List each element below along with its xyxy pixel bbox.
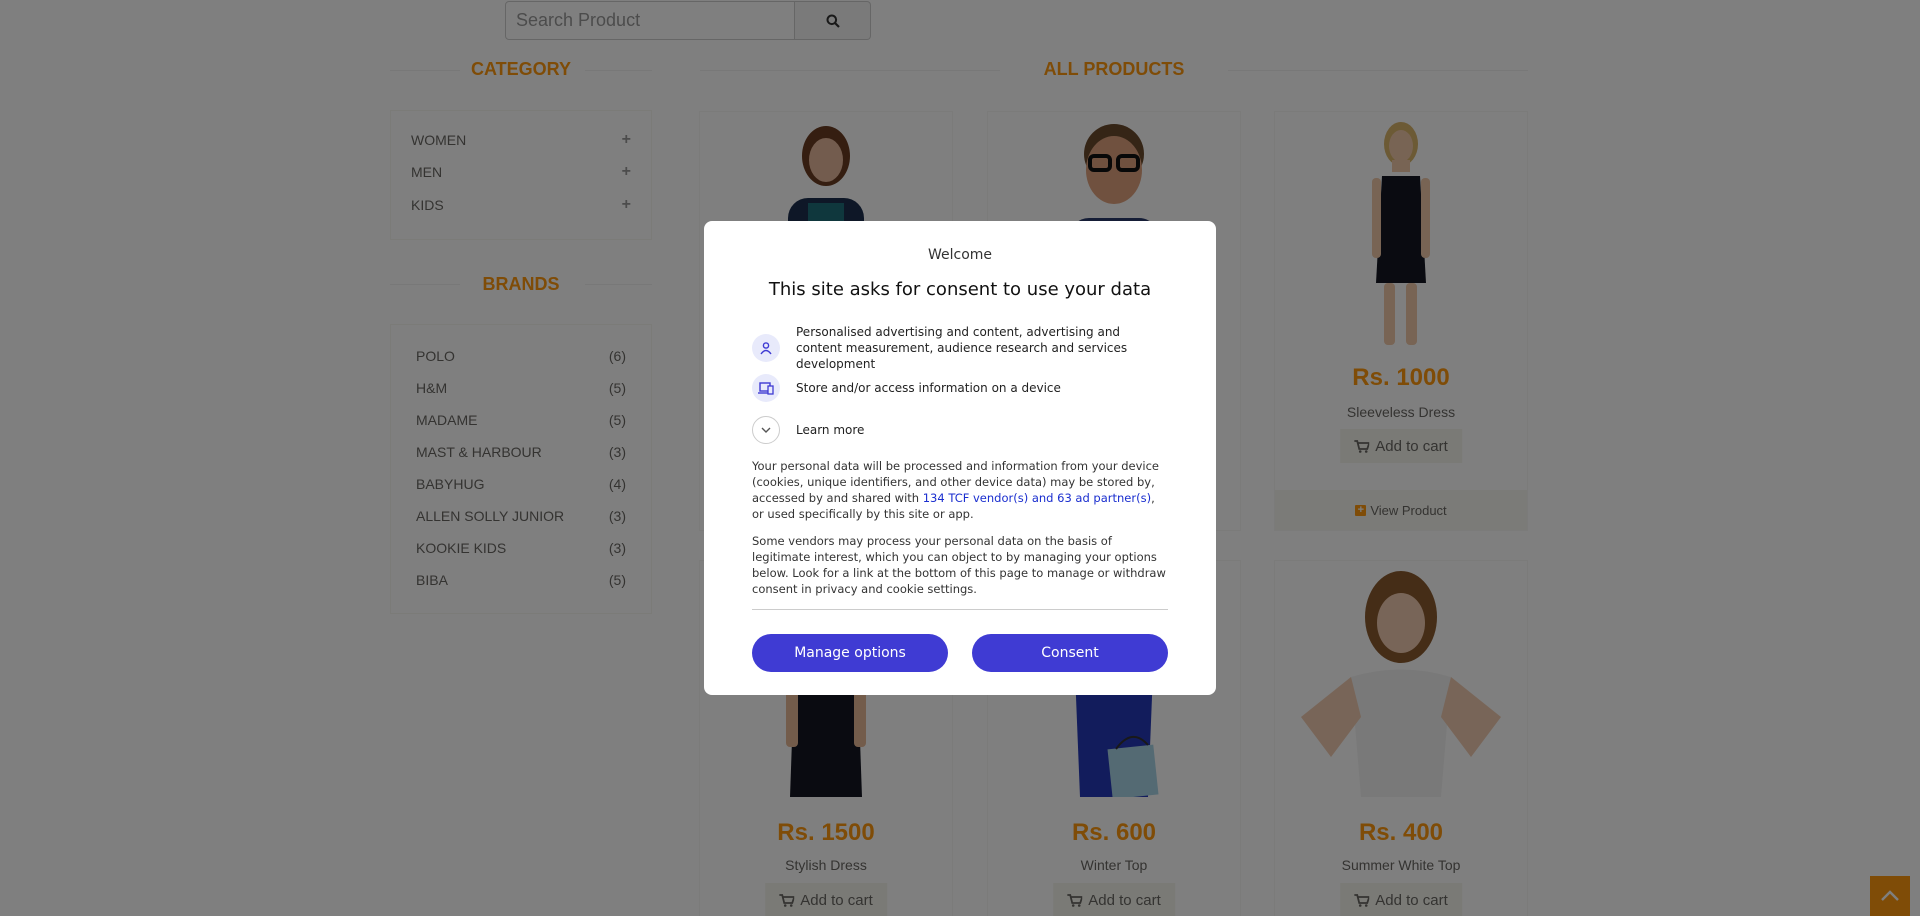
consent-purpose: Personalised advertising and content, ad… [752, 324, 1168, 372]
manage-options-button[interactable]: Manage options [752, 634, 948, 672]
learn-more-toggle[interactable]: Learn more [752, 416, 1168, 444]
consent-paragraph: Some vendors may process your personal d… [752, 534, 1166, 596]
purpose-text: Store and/or access information on a dev… [796, 381, 1061, 395]
divider [752, 609, 1168, 610]
chevron-down-icon[interactable] [752, 416, 780, 444]
consent-paragraph: Your personal data will be processed and… [752, 458, 1168, 522]
vendors-link[interactable]: 134 TCF vendor(s) and 63 ad partner(s) [923, 491, 1151, 505]
purpose-text: Personalised advertising and content, ad… [796, 325, 1128, 371]
device-icon [752, 374, 780, 402]
consent-purpose: Store and/or access information on a dev… [752, 374, 1168, 402]
person-icon [752, 334, 780, 362]
consent-button[interactable]: Consent [972, 634, 1168, 672]
consent-dialog: Welcome This site asks for consent to us… [704, 221, 1216, 695]
consent-welcome: Welcome [927, 247, 993, 263]
learn-more-label: Learn more [796, 423, 865, 437]
consent-heading: This site asks for consent to use your d… [768, 279, 1152, 300]
